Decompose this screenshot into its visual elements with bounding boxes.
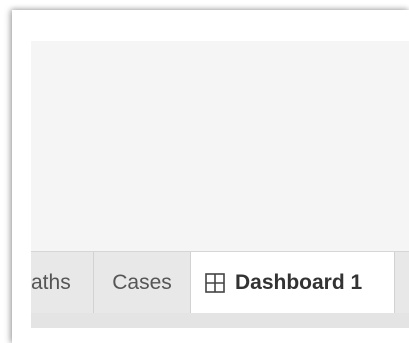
tab-dashboard-1[interactable]: Dashboard 1 <box>191 252 395 314</box>
sheet-tab-strip: aths Cases Dashboard 1 <box>31 251 409 314</box>
workspace-canvas <box>31 41 409 251</box>
screenshot: aths Cases Dashboard 1 <box>0 0 409 343</box>
tab-cases[interactable]: Cases <box>94 252 191 314</box>
status-bar <box>31 313 409 328</box>
dashboard-grid-icon <box>205 273 225 293</box>
tab-label: Dashboard 1 <box>235 271 363 294</box>
window-bottom-edge <box>31 328 409 343</box>
tab-label: Cases <box>112 271 172 294</box>
tab-label: aths <box>31 271 71 294</box>
app-window: aths Cases Dashboard 1 <box>12 10 409 343</box>
tab-deaths[interactable]: aths <box>31 252 94 314</box>
